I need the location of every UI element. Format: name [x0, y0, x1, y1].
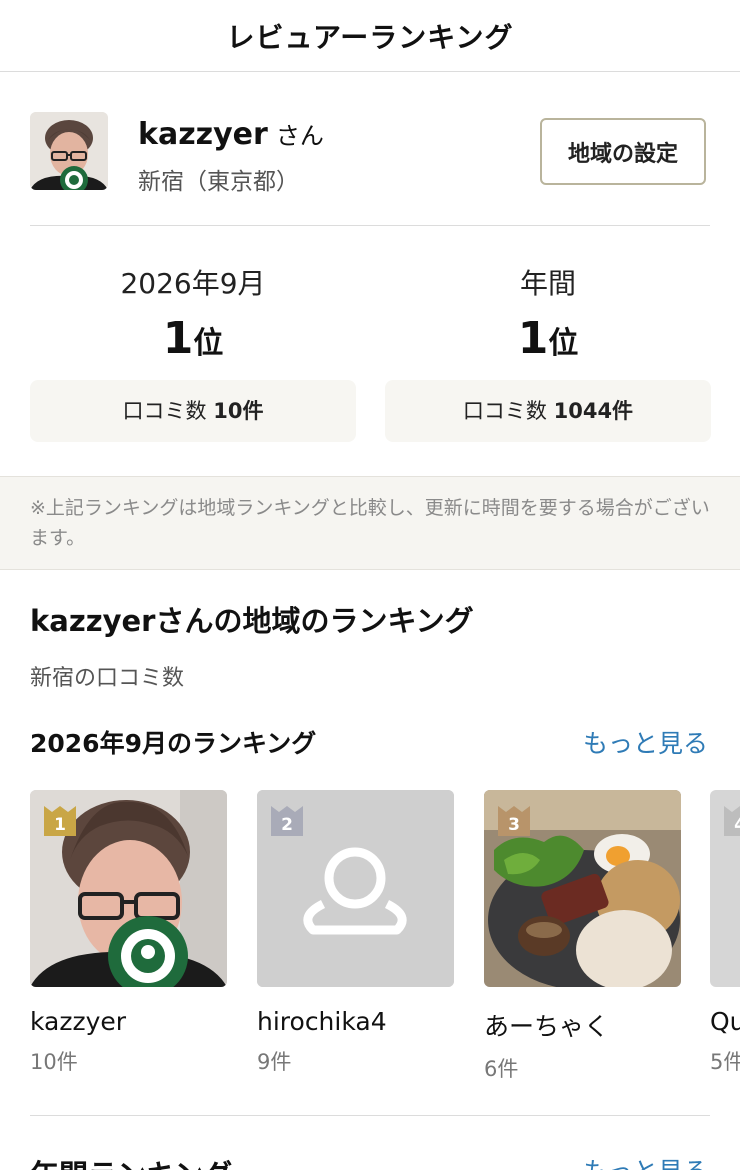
reviewer-photo[interactable]: 4	[710, 790, 740, 987]
rank-number: 4	[724, 815, 740, 835]
monthly-label: 2026年9月	[120, 267, 266, 300]
monthly-ranking-title: 2026年9月のランキング	[30, 729, 317, 758]
yearly-review-count: 口コミ数 1044件	[385, 380, 711, 442]
ranking-card[interactable]: 1 kazzyer 10件	[30, 790, 227, 1076]
yearly-stat: 年間 1位 口コミ数 1044件	[385, 262, 711, 442]
reviewer-photo[interactable]: 3	[484, 790, 681, 987]
rank-number: 2	[281, 815, 293, 835]
divider	[30, 1115, 710, 1116]
reviewer-photo[interactable]: 2	[257, 790, 454, 987]
ranking-card[interactable]: 4 Qu 5件	[710, 790, 740, 1076]
reviewer-name[interactable]: Qu	[710, 1007, 740, 1036]
yearly-more-link[interactable]: もっと見る	[583, 1152, 708, 1170]
rank-badge: 2	[271, 806, 303, 836]
ranking-card[interactable]: 2 hirochika4 9件	[257, 790, 454, 1076]
yearly-rank-number: 1	[517, 313, 549, 364]
header-bar: レビュアーランキング	[0, 0, 740, 72]
monthly-count-label: 口コミ数	[122, 399, 207, 423]
divider	[30, 225, 710, 226]
monthly-rank-unit: 位	[193, 326, 224, 361]
review-count: 5件	[710, 1050, 740, 1074]
regional-ranking-title: kazzyerさんの地域のランキング	[30, 604, 474, 638]
reviewer-photo[interactable]: 1	[30, 790, 227, 987]
yearly-count-value: 1044件	[553, 399, 634, 423]
regional-ranking-subtitle: 新宿の口コミ数	[30, 666, 185, 691]
yearly-rank: 1位	[385, 312, 711, 366]
user-area: 新宿（東京都）	[138, 169, 299, 195]
ranking-card[interactable]: 3 あーちゃく 6件	[484, 790, 681, 1080]
ranking-notice: ※上記ランキングは地域ランキングと比較し、更新に時間を要する場合がございます。	[0, 476, 740, 570]
yearly-ranking-title: 年間ランキング	[30, 1152, 232, 1170]
review-count: 10件	[30, 1050, 78, 1074]
reviewer-name[interactable]: kazzyer	[30, 1007, 227, 1036]
rank-number: 1	[54, 815, 66, 835]
rank-badge: 3	[498, 806, 530, 836]
avatar[interactable]	[30, 112, 108, 190]
monthly-rank: 1位	[30, 312, 356, 366]
review-count: 9件	[257, 1050, 292, 1074]
monthly-rank-number: 1	[162, 313, 194, 364]
yearly-label: 年間	[519, 267, 576, 300]
honorific: さん	[275, 122, 324, 150]
reviewer-name[interactable]: あーちゃく	[484, 1007, 681, 1043]
rank-badge: 1	[44, 806, 76, 836]
review-count: 6件	[484, 1057, 519, 1080]
ranking-carousel[interactable]: 1 kazzyer 10件 2 hirochika4 9件 3 あーちゃく 6件…	[30, 790, 740, 1080]
more-link[interactable]: もっと見る	[583, 724, 708, 760]
monthly-stat: 2026年9月 1位 口コミ数 10件	[30, 262, 356, 442]
rank-number: 3	[508, 815, 520, 835]
reviewer-name[interactable]: hirochika4	[257, 1007, 454, 1036]
user-profile: kazzyer さん 新宿（東京都） 地域の設定	[30, 112, 710, 195]
username-text: kazzyer	[138, 117, 268, 152]
monthly-count-value: 10件	[213, 399, 264, 423]
monthly-review-count: 口コミ数 10件	[30, 380, 356, 442]
page-title: レビュアーランキング	[226, 20, 514, 54]
user-name: kazzyer さん	[138, 116, 324, 152]
yearly-rank-unit: 位	[548, 326, 579, 361]
region-settings-button[interactable]: 地域の設定	[540, 118, 706, 185]
yearly-count-label: 口コミ数	[462, 399, 547, 423]
rank-badge: 4	[724, 806, 740, 836]
